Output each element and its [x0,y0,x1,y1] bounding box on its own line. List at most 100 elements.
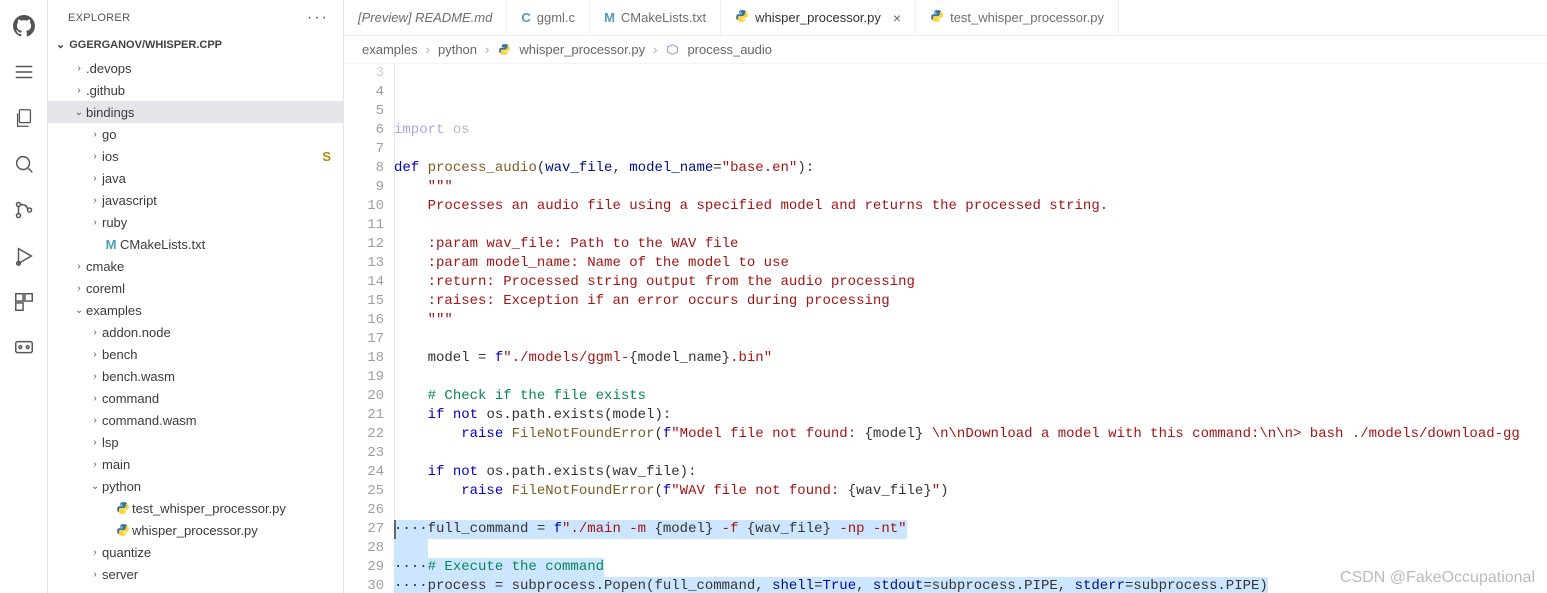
chevron-right-icon: › [88,349,102,360]
code-editor[interactable]: 3456789101112131415161718192021222324252… [344,64,1547,593]
tree-folder[interactable]: ›addon.node [48,321,343,343]
breadcrumb-item[interactable]: process_audio [687,42,772,57]
breadcrumb-item[interactable]: whisper_processor.py [519,42,645,57]
tree-file[interactable]: whisper_processor.py [48,519,343,541]
tree-folder[interactable]: ›iosS [48,145,343,167]
breadcrumb-item[interactable]: python [438,42,477,57]
tree-folder[interactable]: ›command.wasm [48,409,343,431]
tree-item-label: java [102,171,331,186]
tree-item-label: test_whisper_processor.py [132,501,331,516]
python-file-icon [114,523,132,537]
file-icon: M [102,237,120,252]
repo-header[interactable]: GGERGANOV/WHISPER.CPP [48,36,343,57]
menu-icon[interactable] [12,60,36,84]
line-number: 28 [344,539,384,558]
source-control-icon[interactable] [12,198,36,222]
files-icon[interactable] [12,106,36,130]
extensions-icon[interactable] [12,290,36,314]
code-line[interactable]: # Check if the file exists [394,387,1547,406]
tree-file[interactable]: MCMakeLists.txt [48,233,343,255]
line-number: 20 [344,387,384,406]
line-number: 6 [344,121,384,140]
line-number: 4 [344,83,384,102]
code-line[interactable] [394,368,1547,387]
code-line[interactable]: raise FileNotFoundError(f"WAV file not f… [394,482,1547,501]
tree-folder[interactable]: ›bench [48,343,343,365]
sidebar-more-icon[interactable]: ··· [307,9,329,27]
tree-folder[interactable]: ⌄python [48,475,343,497]
code-line[interactable] [394,216,1547,235]
chevron-right-icon: › [88,393,102,404]
breadcrumb-item[interactable]: examples [362,42,418,57]
line-number: 26 [344,501,384,520]
code-line[interactable]: ····# Execute the command [394,558,1547,577]
tree-item-label: bench.wasm [102,369,331,384]
line-number: 23 [344,444,384,463]
chevron-down-icon: ⌄ [72,107,86,118]
tree-folder[interactable]: ›quantize [48,541,343,563]
python-file-icon [930,9,944,26]
code-line[interactable]: """ [394,178,1547,197]
text-cursor [394,520,396,539]
code-line[interactable]: :return: Processed string output from th… [394,273,1547,292]
code-line[interactable]: ····process = subprocess.Popen(full_comm… [394,577,1547,593]
editor-tab[interactable]: test_whisper_processor.py [916,0,1119,35]
tree-folder[interactable]: ›ruby [48,211,343,233]
code-line[interactable]: Processes an audio file using a specifie… [394,197,1547,216]
tree-folder[interactable]: ›.devops [48,57,343,79]
tree-folder[interactable]: ›lsp [48,431,343,453]
code-line[interactable] [394,330,1547,349]
chevron-down-icon: ⌄ [88,481,102,492]
tree-folder[interactable]: ›cmake [48,255,343,277]
editor-tab[interactable]: MCMakeLists.txt [590,0,721,35]
code-line[interactable]: raise FileNotFoundError(f"Model file not… [394,425,1547,444]
tree-folder[interactable]: ›.github [48,79,343,101]
chevron-right-icon: › [72,283,86,294]
editor-area: [Preview] README.mdCggml.cMCMakeLists.tx… [344,0,1547,593]
remote-icon[interactable] [12,336,36,360]
explorer-sidebar: EXPLORER ··· GGERGANOV/WHISPER.CPP ›.dev… [48,0,344,593]
code-line[interactable] [394,501,1547,520]
editor-tab[interactable]: Cggml.c [507,0,590,35]
sidebar-title: EXPLORER [68,12,130,24]
code-content[interactable]: import os def process_audio(wav_file, mod… [394,64,1547,593]
code-line[interactable] [394,539,1547,558]
editor-tab[interactable]: [Preview] README.md [344,0,507,35]
file-icon: C [521,10,530,25]
code-line[interactable]: ····full_command = f"./main -m {model} -… [394,520,1547,539]
tree-item-label: command.wasm [102,413,331,428]
tree-file[interactable]: test_whisper_processor.py [48,497,343,519]
code-line[interactable]: if not os.path.exists(wav_file): [394,463,1547,482]
tree-folder[interactable]: ›main [48,453,343,475]
code-line[interactable] [394,140,1547,159]
code-line[interactable]: :param wav_file: Path to the WAV file [394,235,1547,254]
tree-folder[interactable]: ›coreml [48,277,343,299]
chevron-right-icon: › [88,437,102,448]
close-icon[interactable]: × [893,10,901,26]
code-line[interactable]: def process_audio(wav_file, model_name="… [394,159,1547,178]
code-line[interactable]: :raises: Exception if an error occurs du… [394,292,1547,311]
search-icon[interactable] [12,152,36,176]
tree-folder[interactable]: ›go [48,123,343,145]
tree-folder[interactable]: ⌄examples [48,299,343,321]
sidebar-header: EXPLORER ··· [48,0,343,36]
github-icon[interactable] [12,14,36,38]
run-debug-icon[interactable] [12,244,36,268]
code-line[interactable]: import os [394,121,1547,140]
chevron-right-icon: › [88,217,102,228]
python-file-icon [114,501,132,515]
tree-folder[interactable]: ›javascript [48,189,343,211]
tree-folder[interactable]: ›bench.wasm [48,365,343,387]
code-line[interactable]: model = f"./models/ggml-{model_name}.bin… [394,349,1547,368]
activity-bar [0,0,48,593]
code-line[interactable] [394,444,1547,463]
tree-folder[interactable]: ›server [48,563,343,585]
editor-tab[interactable]: whisper_processor.py× [721,0,916,35]
tree-folder[interactable]: ⌄bindings [48,101,343,123]
chevron-down-icon [56,38,65,51]
code-line[interactable]: """ [394,311,1547,330]
tree-folder[interactable]: ›command [48,387,343,409]
tree-folder[interactable]: ›java [48,167,343,189]
code-line[interactable]: if not os.path.exists(model): [394,406,1547,425]
code-line[interactable]: :param model_name: Name of the model to … [394,254,1547,273]
